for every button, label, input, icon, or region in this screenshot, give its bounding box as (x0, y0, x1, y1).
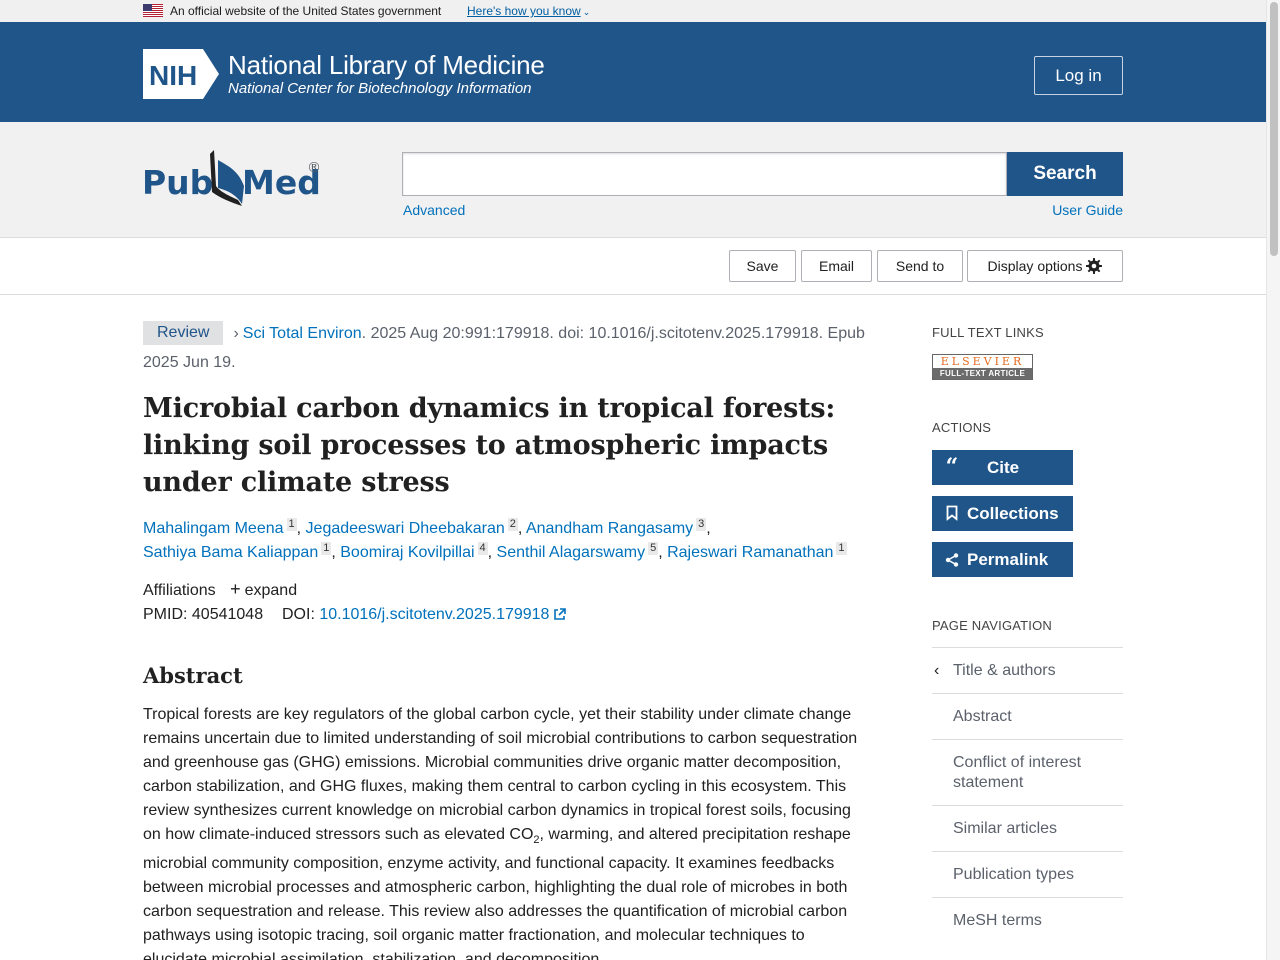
collections-button[interactable]: Collections (932, 496, 1073, 531)
nav-item-similar-articles[interactable]: Similar articles (932, 805, 1123, 851)
author-link[interactable]: Mahalingam Meena (143, 520, 284, 537)
send-to-button[interactable]: Send to (877, 250, 963, 282)
pubmed-logo[interactable]: Pub Med ® (142, 146, 327, 210)
svg-text:Pub: Pub (142, 163, 213, 202)
gear-icon (1086, 258, 1103, 274)
scrollbar[interactable] (1266, 0, 1280, 960)
full-text-links-heading: FULL TEXT LINKS (932, 325, 1044, 340)
svg-text:NIH: NIH (149, 60, 197, 91)
gov-banner: An official website of the United States… (0, 0, 1266, 22)
journal-link[interactable]: Sci Total Environ (243, 325, 362, 342)
display-options-button[interactable]: Display options (967, 250, 1123, 282)
authors-list: Mahalingam Meena 1, Jegadeeswari Dheebaka… (143, 518, 847, 561)
affiliations-label: Affiliations (143, 582, 216, 599)
advanced-search-link[interactable]: Advanced (403, 202, 465, 218)
scrollbar-thumb[interactable] (1270, 2, 1278, 256)
gov-banner-text: An official website of the United States… (170, 4, 442, 18)
share-icon (943, 542, 961, 577)
affiliation-number[interactable]: 2 (507, 518, 518, 531)
author-link[interactable]: Rajeswari Ramanathan (667, 544, 833, 561)
nav-item-publication-types[interactable]: Publication types (932, 851, 1123, 897)
chevron-down-icon: ⌄ (582, 7, 591, 17)
expand-affiliations-button[interactable]: + expand (230, 579, 297, 599)
email-button[interactable]: Email (801, 250, 872, 282)
cite-button[interactable]: “ Cite (932, 450, 1073, 485)
elsevier-full-text-link[interactable]: ELSEVIER FULL-TEXT ARTICLE (932, 354, 1033, 380)
abstract-text: Tropical forests are key regulators of t… (143, 706, 858, 960)
nlm-title[interactable]: National Library of Medicine (228, 50, 545, 81)
quote-icon: “ (945, 454, 959, 480)
author-link[interactable]: Senthil Alagarswamy (497, 544, 646, 561)
svg-text:®: ® (307, 160, 321, 176)
review-badge: Review (143, 321, 224, 345)
save-button[interactable]: Save (729, 250, 796, 282)
author-link[interactable]: Anandham Rangasamy (526, 520, 693, 537)
doi-link[interactable]: 10.1016/j.scitotenv.2025.179918 (319, 606, 567, 623)
nav-item-abstract[interactable]: Abstract (932, 693, 1123, 739)
nav-item-mesh-terms[interactable]: MeSH terms (932, 897, 1123, 943)
affiliation-number[interactable]: 1 (321, 542, 332, 555)
affiliation-number[interactable]: 4 (477, 542, 488, 555)
citation-line: Review › Sci Total Environ. 2025 Aug 20:99… (143, 319, 865, 377)
permalink-button[interactable]: Permalink (932, 542, 1073, 577)
page-navigation-list: ‹ Title & authors Abstract Conflict of in… (932, 647, 1123, 943)
heres-how-you-know-link[interactable]: Here's how you know ⌄ (467, 4, 590, 18)
affiliation-number[interactable]: 1 (286, 518, 297, 531)
nih-logo[interactable]: NIH (143, 49, 221, 99)
search-button[interactable]: Search (1007, 152, 1123, 196)
author-link[interactable]: Jegadeeswari Dheebakaran (306, 520, 505, 537)
page-navigation-heading: PAGE NAVIGATION (932, 618, 1053, 633)
nlm-header: NIH National Library of Medicine Nationa… (0, 22, 1266, 122)
author-link[interactable]: Boomiraj Kovilpillai (340, 544, 474, 561)
affiliation-number[interactable]: 3 (696, 518, 707, 531)
doi-label: DOI: (282, 606, 315, 623)
nlm-subtitle: National Center for Biotechnology Inform… (228, 80, 532, 97)
user-guide-link[interactable]: User Guide (1052, 202, 1123, 218)
bookmark-icon (943, 496, 961, 531)
article-ids: PMID: 40541048 DOI: 10.1016/j.scitotenv.… (143, 606, 567, 624)
pmid-label: PMID: (143, 606, 188, 623)
affiliations: Affiliations + expand (143, 579, 297, 600)
search-area: Pub Med ® Search Advanced User Guide (0, 122, 1266, 238)
nav-item-conflict-of-interest[interactable]: Conflict of interest statement (932, 739, 1123, 805)
affiliation-number[interactable]: 5 (648, 542, 659, 555)
author-link[interactable]: Sathiya Bama Kaliappan (143, 544, 318, 561)
chevron-right-icon[interactable]: › (233, 319, 238, 348)
action-bar: Save Email Send to Display options (0, 239, 1266, 295)
login-button[interactable]: Log in (1034, 56, 1123, 95)
pmid-value: 40541048 (191, 606, 264, 623)
affiliation-number[interactable]: 1 (836, 542, 847, 555)
nav-item-title-authors[interactable]: ‹ Title & authors (932, 647, 1123, 693)
search-input[interactable] (402, 152, 1007, 196)
plus-icon: + (230, 579, 241, 599)
external-link-icon (554, 608, 567, 620)
abstract-heading: Abstract (143, 663, 243, 688)
citation-text: . 2025 Aug 20:991:179918. doi: 10.1016/j… (361, 325, 824, 342)
us-flag-icon (143, 4, 163, 17)
actions-heading: ACTIONS (932, 420, 992, 435)
chevron-left-icon: ‹ (934, 662, 940, 679)
article-title: Microbial carbon dynamics in tropical fo… (143, 393, 836, 498)
